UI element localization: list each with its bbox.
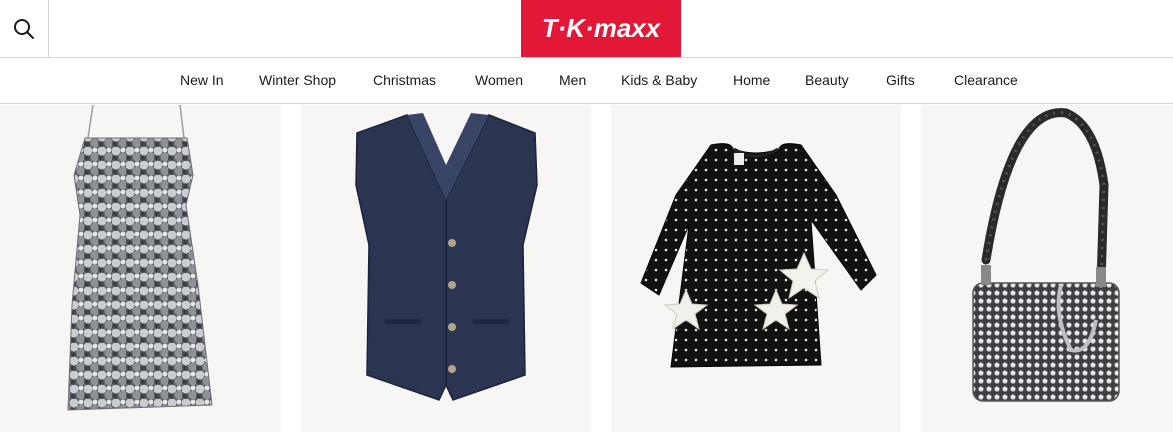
nav-item-winter-shop[interactable]: Winter Shop [259, 58, 336, 103]
nav-item-clearance[interactable]: Clearance [954, 58, 1018, 103]
nav-item-women[interactable]: Women [475, 58, 523, 103]
site-header: T·K·maxx [0, 0, 1173, 58]
search-button[interactable] [0, 0, 49, 57]
search-icon [14, 18, 34, 39]
sequin-dress-image [67, 105, 213, 411]
nav-item-beauty[interactable]: Beauty [805, 58, 849, 103]
crystal-bag-image [972, 108, 1120, 402]
waistcoat-image [355, 113, 538, 401]
svg-text:T·K·maxx: T·K·maxx [542, 13, 662, 43]
nav-item-home[interactable]: Home [733, 58, 770, 103]
main-navigation: New In Winter Shop Christmas Women Men K… [0, 58, 1173, 104]
logo-image: T·K·maxx [521, 0, 681, 57]
star-dress-image [640, 143, 877, 368]
nav-item-kids-baby[interactable]: Kids & Baby [621, 58, 697, 103]
product-tile-sequin-dress[interactable] [0, 105, 281, 432]
product-tile-crystal-bag[interactable] [921, 105, 1173, 432]
nav-item-new-in[interactable]: New In [180, 58, 224, 103]
product-tile-star-dress[interactable] [611, 105, 901, 432]
nav-item-christmas[interactable]: Christmas [373, 58, 436, 103]
product-tile-waistcoat[interactable] [301, 105, 591, 432]
nav-item-gifts[interactable]: Gifts [886, 58, 915, 103]
nav-item-men[interactable]: Men [559, 58, 586, 103]
tk-maxx-logo[interactable]: T·K·maxx [521, 0, 681, 57]
